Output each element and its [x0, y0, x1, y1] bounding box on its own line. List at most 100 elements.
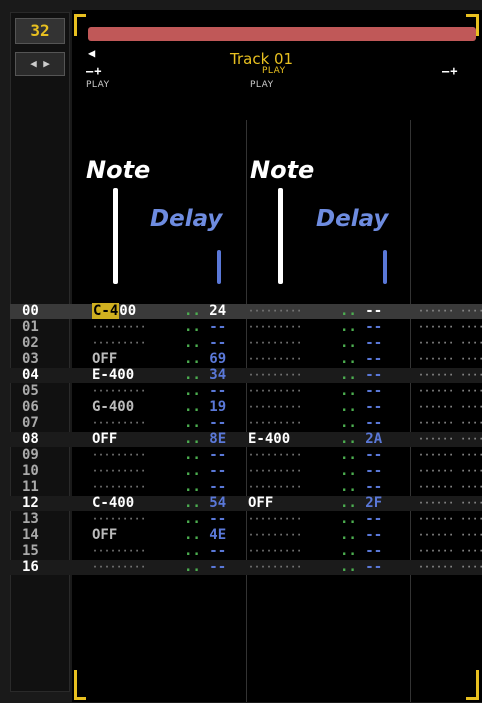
delay-cell[interactable]: .. -- [340, 320, 410, 335]
delay-value[interactable]: 4E [209, 527, 226, 543]
table-row[interactable]: 00C-400.. 24·········.. --······ ······ [10, 303, 482, 319]
table-row[interactable]: 11 ·········.. -- ·········.. -- ······ ···… [10, 480, 482, 495]
delay-cell[interactable]: .. -- [340, 480, 410, 495]
table-row[interactable]: 09 ·········.. -- ·········.. -- ······ ···… [10, 448, 482, 463]
note-cell[interactable]: C-400 [92, 303, 192, 319]
delay-value[interactable]: -- [209, 319, 226, 335]
note-cell[interactable]: OFF [92, 352, 192, 367]
note-cell-empty[interactable]: ········· [92, 512, 192, 527]
note-cell-empty[interactable]: ········· [92, 560, 192, 575]
table-row[interactable]: 03OFF.. 69·········.. --······ ······ [10, 352, 482, 367]
delay-value[interactable]: -- [365, 543, 382, 559]
delay-cell[interactable]: .. -- [184, 384, 254, 399]
delay-value[interactable]: -- [365, 447, 382, 463]
delay-cell[interactable]: .. -- [184, 448, 254, 463]
table-row[interactable]: 08OFF.. 8EE-400.. 2A······ ······ [10, 432, 482, 447]
note-cell-empty[interactable]: ········· [92, 448, 192, 463]
note-cell-empty[interactable]: ········· [92, 336, 192, 351]
table-row[interactable]: 12C-400.. 54OFF.. 2F······ ······ [10, 496, 482, 511]
delay-value[interactable]: 54 [209, 495, 226, 511]
delay-value[interactable]: -- [209, 463, 226, 479]
table-row[interactable]: 10 ·········.. -- ·········.. -- ······ ···… [10, 464, 482, 479]
delay-cell[interactable]: .. -- [184, 512, 254, 527]
delay-cell[interactable]: .. 24 [184, 304, 254, 319]
delay-cell[interactable]: .. -- [340, 560, 410, 575]
delay-cell[interactable]: .. 19 [184, 400, 254, 415]
delay-column-header-1[interactable]: Delay [150, 206, 222, 232]
lines-count-box[interactable]: 32 [15, 18, 65, 44]
delay-value[interactable]: -- [365, 463, 382, 479]
delay-cell[interactable]: .. -- [340, 464, 410, 479]
note-cell-empty[interactable]: ········· [92, 384, 192, 399]
effect-cell-empty[interactable]: ······ ······ [418, 544, 482, 559]
delay-cell[interactable]: .. -- [340, 512, 410, 527]
delay-value[interactable]: -- [365, 479, 382, 495]
collapse-triangle-icon[interactable]: ◀ [88, 46, 95, 60]
delay-cell[interactable]: .. -- [340, 528, 410, 543]
note-cell-empty[interactable]: ········· [92, 416, 192, 431]
delay-value[interactable]: -- [365, 559, 382, 575]
delay-value[interactable]: 8E [209, 431, 226, 447]
delay-value[interactable]: -- [209, 479, 226, 495]
delay-cell[interactable]: .. 2A [340, 432, 410, 447]
effect-cell-empty[interactable]: ······ ······ [418, 320, 482, 335]
delay-cell[interactable]: .. 54 [184, 496, 254, 511]
note-cell[interactable]: E-400 [92, 368, 192, 383]
effect-cell-empty[interactable]: ······ ······ [418, 400, 482, 415]
table-row[interactable]: 06G-400.. 19·········.. --······ ······ [10, 400, 482, 415]
note-column-header-1[interactable]: Note [86, 156, 150, 184]
delay-cell[interactable]: .. -- [184, 464, 254, 479]
delay-value[interactable]: -- [209, 383, 226, 399]
effect-cell-empty[interactable]: ······ ······ [418, 528, 482, 543]
table-row[interactable]: 05 ·········.. -- ·········.. -- ······ ···… [10, 384, 482, 399]
delay-value[interactable]: -- [365, 335, 382, 351]
delay-value[interactable]: -- [209, 543, 226, 559]
delay-value[interactable]: 2A [365, 431, 382, 447]
effect-cell-empty[interactable]: ······ ······ [418, 416, 482, 431]
effect-cell-empty[interactable]: ······ ······ [418, 464, 482, 479]
delay-cell[interactable]: .. -- [340, 400, 410, 415]
track-title[interactable]: Track 01 [230, 50, 360, 68]
delay-cell[interactable]: .. 2F [340, 496, 410, 511]
delay-value[interactable]: -- [365, 511, 382, 527]
delay-cell[interactable]: .. -- [340, 368, 410, 383]
note-cell[interactable]: OFF [92, 528, 192, 543]
delay-value[interactable]: 19 [209, 399, 226, 415]
effect-cell-empty[interactable]: ······ ······ [418, 448, 482, 463]
note-cell[interactable]: G-400 [92, 400, 192, 415]
delay-cell[interactable]: .. -- [184, 544, 254, 559]
effect-cell-empty[interactable]: ······ ······ [418, 512, 482, 527]
delay-cell[interactable]: .. -- [184, 480, 254, 495]
table-row[interactable]: 13 ·········.. -- ·········.. -- ······ ···… [10, 512, 482, 527]
cursor-note[interactable]: C-4 [92, 303, 120, 319]
delay-value[interactable]: 69 [209, 351, 226, 367]
delay-value[interactable]: -- [365, 527, 382, 543]
table-row[interactable]: 04E-400.. 34·········.. --······ ······ [10, 368, 482, 383]
delay-cell[interactable]: .. -- [340, 448, 410, 463]
effect-cell-empty[interactable]: ······ ······ [418, 560, 482, 575]
delay-cell[interactable]: .. -- [340, 304, 410, 319]
delay-cell[interactable]: .. -- [340, 544, 410, 559]
delay-value[interactable]: -- [209, 335, 226, 351]
delay-value[interactable]: -- [365, 319, 382, 335]
delay-value[interactable]: -- [365, 367, 382, 383]
table-row[interactable]: 16 ·········.. -- ·········.. -- ······ ···… [10, 560, 482, 575]
effect-cell-empty[interactable]: ······ ······ [418, 304, 482, 319]
delay-cell[interactable]: .. 8E [184, 432, 254, 447]
delay-value[interactable]: -- [365, 415, 382, 431]
note-cell-empty[interactable]: ········· [92, 480, 192, 495]
instrument-cell[interactable]: 00 [119, 303, 136, 319]
note-cell-empty[interactable]: ········· [92, 320, 192, 335]
delay-cell[interactable]: .. -- [340, 336, 410, 351]
delay-column-header-2[interactable]: Delay [316, 206, 388, 232]
delay-cell[interactable]: .. -- [340, 416, 410, 431]
delay-value[interactable]: -- [365, 303, 382, 319]
effect-cell-empty[interactable]: ······ ······ [418, 480, 482, 495]
note-column-header-2[interactable]: Note [250, 156, 314, 184]
table-row[interactable]: 15 ·········.. -- ·········.. -- ······ ···… [10, 544, 482, 559]
delay-cell[interactable]: .. -- [184, 320, 254, 335]
delay-cell[interactable]: .. 69 [184, 352, 254, 367]
delay-cell[interactable]: .. -- [184, 416, 254, 431]
column-remove-add-buttons[interactable]: –+ [86, 64, 102, 78]
effect-cell-empty[interactable]: ······ ······ [418, 496, 482, 511]
